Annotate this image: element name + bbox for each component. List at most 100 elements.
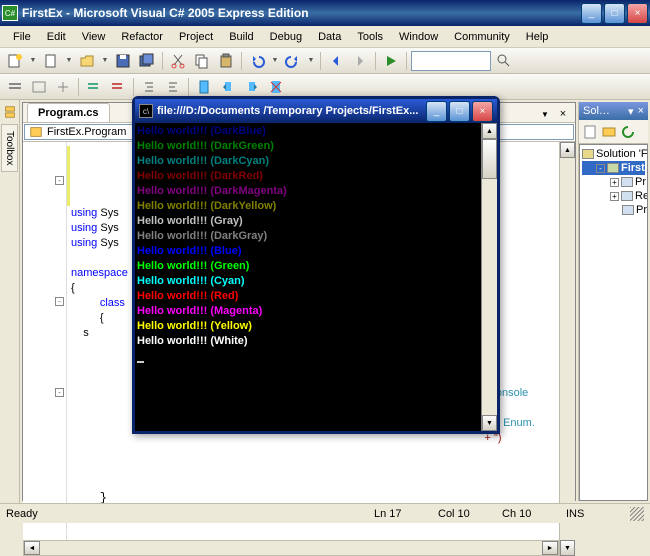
bookmark-clear-button[interactable] — [265, 76, 287, 98]
find-combo[interactable] — [411, 51, 491, 71]
tb2-btn1[interactable] — [4, 76, 26, 98]
bookmark-prev-button[interactable] — [217, 76, 239, 98]
server-explorer-tab-icon[interactable] — [2, 104, 18, 120]
maximize-button[interactable]: □ — [604, 3, 625, 24]
se-properties-button[interactable] — [581, 123, 599, 141]
outline-collapse-3[interactable]: - — [55, 388, 64, 397]
open-file-dropdown[interactable]: ▼ — [100, 57, 110, 64]
cut-button[interactable] — [167, 50, 189, 72]
outline-collapse-2[interactable]: - — [55, 297, 64, 306]
vscroll-down[interactable]: ▼ — [560, 540, 575, 556]
console-minimize-button[interactable]: _ — [426, 101, 447, 122]
save-button[interactable] — [112, 50, 134, 72]
console-scroll-thumb[interactable] — [482, 139, 497, 179]
status-ready: Ready — [6, 508, 46, 520]
se-showall-button[interactable] — [600, 123, 618, 141]
solution-explorer: Sol… ▾ × Solution 'F -FirstE +Pr +Re Pr — [578, 102, 648, 501]
menu-view[interactable]: View — [75, 29, 113, 45]
menu-project[interactable]: Project — [172, 29, 220, 45]
tab-close[interactable]: × — [555, 106, 571, 122]
menu-help[interactable]: Help — [519, 29, 556, 45]
tb2-btn2[interactable] — [28, 76, 50, 98]
menu-build[interactable]: Build — [222, 29, 260, 45]
console-title: file:///D:/Documents /Temporary Projects… — [157, 105, 426, 117]
new-file-button[interactable] — [40, 50, 62, 72]
find-button[interactable] — [493, 50, 515, 72]
new-project-button[interactable] — [4, 50, 26, 72]
menu-edit[interactable]: Edit — [40, 29, 73, 45]
solution-node[interactable]: Solution 'F — [582, 147, 645, 161]
change-marker — [67, 146, 70, 206]
paste-button[interactable] — [215, 50, 237, 72]
start-debug-button[interactable] — [380, 50, 402, 72]
project-node[interactable]: -FirstE — [582, 161, 645, 175]
menu-community[interactable]: Community — [447, 29, 517, 45]
new-dropdown[interactable]: ▼ — [28, 57, 38, 64]
open-dropdown[interactable]: ▼ — [64, 57, 74, 64]
tree-item-2[interactable]: Pr — [582, 203, 645, 217]
solution-explorer-header: Sol… ▾ × — [579, 102, 648, 120]
undo-button[interactable] — [246, 50, 268, 72]
outdent-button[interactable] — [162, 76, 184, 98]
redo-dropdown[interactable]: ▼ — [306, 57, 316, 64]
tree-item-1[interactable]: +Re — [582, 189, 645, 203]
panel-dropdown-icon[interactable]: ▾ — [628, 105, 634, 118]
minimize-button[interactable]: _ — [581, 3, 602, 24]
console-titlebar[interactable]: c\ file:///D:/Documents /Temporary Proje… — [135, 99, 497, 123]
solution-explorer-toolbar — [579, 120, 648, 144]
menu-refactor[interactable]: Refactor — [114, 29, 170, 45]
class-selector-text: FirstEx.Program — [47, 126, 126, 138]
status-col: Col 10 — [438, 508, 478, 520]
console-scroll-down[interactable]: ▼ — [482, 415, 497, 431]
bookmark-next-button[interactable] — [241, 76, 263, 98]
resize-grip[interactable] — [630, 507, 644, 521]
hscroll-left[interactable]: ◄ — [24, 541, 40, 555]
navigate-back-button[interactable] — [325, 50, 347, 72]
solution-tree[interactable]: Solution 'F -FirstE +Pr +Re Pr — [579, 144, 648, 501]
redo-button[interactable] — [282, 50, 304, 72]
open-button[interactable] — [76, 50, 98, 72]
console-window[interactable]: c\ file:///D:/Documents /Temporary Proje… — [132, 96, 500, 434]
menu-debug[interactable]: Debug — [263, 29, 309, 45]
console-scroll-up[interactable]: ▲ — [482, 123, 497, 139]
statusbar: Ready Ln 17 Col 10 Ch 10 INS — [0, 503, 650, 523]
tree-item-0[interactable]: +Pr — [582, 175, 645, 189]
editor-vscroll[interactable]: ▲ ▼ — [559, 142, 575, 556]
app-icon: C# — [2, 5, 18, 21]
solution-explorer-title: Sol… — [583, 105, 610, 117]
copy-button[interactable] — [191, 50, 213, 72]
comment-button[interactable] — [83, 76, 105, 98]
console-maximize-button[interactable]: □ — [449, 101, 470, 122]
undo-dropdown[interactable]: ▼ — [270, 57, 280, 64]
save-all-button[interactable] — [136, 50, 158, 72]
menubar: FileEditViewRefactorProjectBuildDebugDat… — [0, 26, 650, 48]
status-ch: Ch 10 — [502, 508, 542, 520]
indent-button[interactable] — [138, 76, 160, 98]
outline-collapse-1[interactable]: - — [55, 176, 64, 185]
window-title: FirstEx - Microsoft Visual C# 2005 Expre… — [22, 6, 581, 20]
main-titlebar: C# FirstEx - Microsoft Visual C# 2005 Ex… — [0, 0, 650, 26]
bookmark-button[interactable] — [193, 76, 215, 98]
console-close-button[interactable]: × — [472, 101, 493, 122]
tab-dropdown[interactable]: ▼ — [537, 106, 553, 122]
left-toolstrip: Toolbox — [0, 100, 20, 503]
se-refresh-button[interactable] — [619, 123, 637, 141]
uncomment-button[interactable] — [107, 76, 129, 98]
navigate-fwd-button[interactable] — [349, 50, 371, 72]
close-button[interactable]: × — [627, 3, 648, 24]
hscroll-right[interactable]: ► — [542, 541, 558, 555]
tb2-btn3[interactable] — [52, 76, 74, 98]
menu-data[interactable]: Data — [311, 29, 348, 45]
status-line: Ln 17 — [374, 508, 414, 520]
tab-program-cs[interactable]: Program.cs — [27, 103, 110, 122]
console-output[interactable]: Hello world!!! (DarkBlue) Hello world!!!… — [135, 123, 481, 431]
menu-file[interactable]: File — [6, 29, 38, 45]
status-ins: INS — [566, 508, 606, 520]
menu-tools[interactable]: Tools — [350, 29, 390, 45]
console-vscroll[interactable]: ▲ ▼ — [481, 123, 497, 431]
editor-hscroll[interactable]: ◄ ► — [23, 540, 559, 556]
toolbox-tab[interactable]: Toolbox — [1, 124, 18, 172]
panel-close-icon[interactable]: × — [638, 105, 644, 117]
menu-window[interactable]: Window — [392, 29, 445, 45]
vscroll-up[interactable]: ▲ — [560, 142, 575, 158]
